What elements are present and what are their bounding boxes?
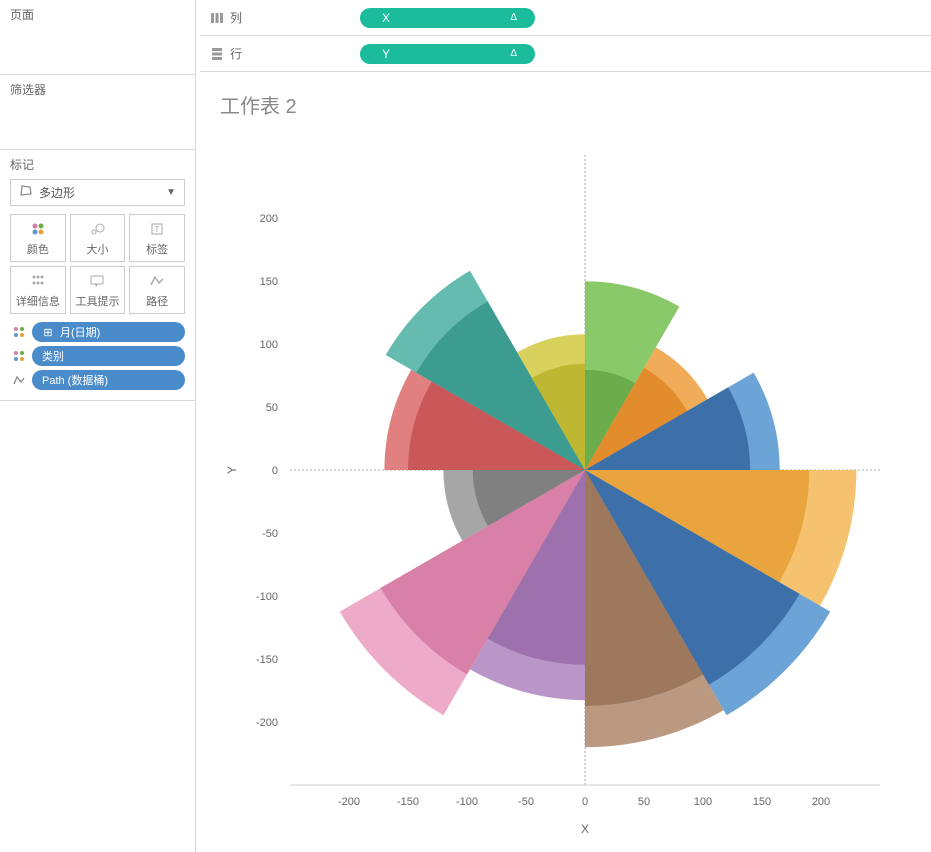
color-icon xyxy=(10,347,28,365)
svg-text:150: 150 xyxy=(753,796,771,808)
color-button[interactable]: 颜色 xyxy=(10,214,66,262)
detail-icon xyxy=(30,272,46,290)
chart[interactable]: -200 -150 -100 -50 0 50 100 150 200 -200 -150 -100 -… xyxy=(220,125,900,845)
svg-text:50: 50 xyxy=(638,796,650,808)
svg-text:100: 100 xyxy=(260,339,278,351)
plus-icon: ⊞ xyxy=(42,326,54,338)
svg-text:Y: Y xyxy=(225,466,239,474)
columns-label: 列 xyxy=(230,9,242,26)
svg-text:-150: -150 xyxy=(256,654,278,666)
color-icon xyxy=(30,220,46,238)
sheet-title[interactable]: 工作表 2 xyxy=(220,90,911,119)
svg-text:-50: -50 xyxy=(518,796,534,808)
columns-pill[interactable]: X Δ xyxy=(360,8,535,28)
path-icon xyxy=(149,272,165,290)
svg-text:-200: -200 xyxy=(256,717,278,729)
svg-text:200: 200 xyxy=(260,213,278,225)
field-pill-month[interactable]: ⊞ 月(日期) xyxy=(10,322,185,342)
left-panel: 页面 筛选器 标记 多边形 ▼ 颜色 xyxy=(0,0,196,852)
delta-icon: Δ xyxy=(510,12,517,23)
svg-text:-100: -100 xyxy=(256,591,278,603)
field-pill-category[interactable]: 类别 xyxy=(10,346,185,366)
color-icon xyxy=(10,323,28,341)
rows-shelf[interactable]: 行 Y Δ xyxy=(200,36,931,72)
shelf-region: 列 X Δ 行 Y Δ xyxy=(200,0,931,72)
chevron-down-icon: ▼ xyxy=(166,187,176,198)
svg-text:-50: -50 xyxy=(262,528,278,540)
viz-area: 工作表 2 -200 -150 -100 -50 0 50 100 150 200 -200 -15… xyxy=(200,80,931,852)
field-pill-path[interactable]: Path (数据桶) xyxy=(10,370,185,390)
svg-text:-150: -150 xyxy=(397,796,419,808)
polygon-icon xyxy=(19,184,33,201)
svg-text:T: T xyxy=(155,225,160,234)
detail-button[interactable]: 详细信息 xyxy=(10,266,66,314)
rows-label: 行 xyxy=(230,45,242,62)
svg-text:0: 0 xyxy=(582,796,588,808)
label-icon: T xyxy=(149,220,165,238)
rows-icon xyxy=(210,47,224,61)
svg-text:150: 150 xyxy=(260,276,278,288)
tooltip-icon xyxy=(89,272,105,290)
path-icon xyxy=(10,371,28,389)
size-icon xyxy=(89,220,105,238)
svg-text:-200: -200 xyxy=(338,796,360,808)
rows-pill[interactable]: Y Δ xyxy=(360,44,535,64)
size-button[interactable]: 大小 xyxy=(70,214,126,262)
marks-title: 标记 xyxy=(10,156,185,173)
filters-shelf[interactable]: 筛选器 xyxy=(0,75,195,150)
tooltip-button[interactable]: 工具提示 xyxy=(70,266,126,314)
svg-text:200: 200 xyxy=(812,796,830,808)
columns-shelf[interactable]: 列 X Δ xyxy=(200,0,931,36)
svg-text:50: 50 xyxy=(266,402,278,414)
svg-text:0: 0 xyxy=(272,465,278,477)
delta-icon: Δ xyxy=(510,48,517,59)
path-button[interactable]: 路径 xyxy=(129,266,185,314)
pages-shelf[interactable]: 页面 xyxy=(0,0,195,75)
svg-text:-100: -100 xyxy=(456,796,478,808)
label-button[interactable]: T 标签 xyxy=(129,214,185,262)
mark-type-dropdown[interactable]: 多边形 ▼ xyxy=(10,179,185,206)
marks-card: 标记 多边形 ▼ 颜色 大小 xyxy=(0,150,195,401)
svg-text:X: X xyxy=(581,822,589,836)
svg-text:100: 100 xyxy=(694,796,712,808)
columns-icon xyxy=(210,11,224,25)
